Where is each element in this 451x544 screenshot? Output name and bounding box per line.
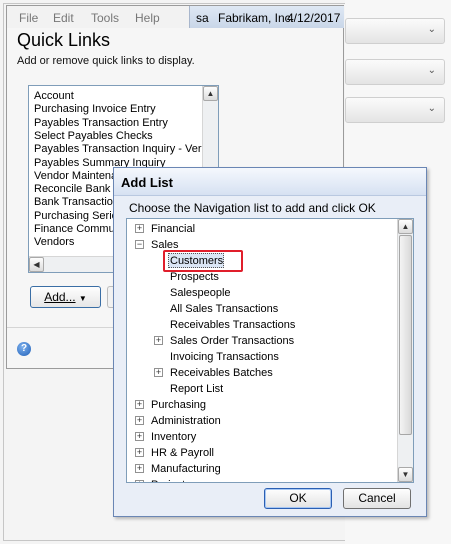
list-item[interactable]: Account xyxy=(34,90,74,102)
expand-icon[interactable]: + xyxy=(154,336,163,345)
scroll-up-icon[interactable]: ▲ xyxy=(398,219,413,234)
dropdown-arrow-icon: ▼ xyxy=(78,294,87,303)
scroll-up-icon[interactable]: ▲ xyxy=(203,86,218,101)
scroll-left-icon[interactable]: ◀ xyxy=(29,257,44,272)
tree-scrollbar[interactable]: ▲ ▼ xyxy=(397,219,413,482)
menu-tools[interactable]: Tools xyxy=(91,11,119,25)
tree-item[interactable]: + Manufacturing xyxy=(127,461,397,477)
navigation-tree[interactable]: + Financial − Sales Customers Prospects Salesp… xyxy=(126,218,414,483)
list-item[interactable]: Purchasing Invoice Entry xyxy=(34,103,156,115)
chevron-down-icon[interactable]: ⌄ xyxy=(428,103,436,114)
tree-item[interactable]: + Purchasing xyxy=(127,397,397,413)
ok-button[interactable]: OK xyxy=(264,488,332,509)
dialog-title: Add List xyxy=(121,175,173,190)
tree-item[interactable]: Receivables Transactions xyxy=(127,317,397,333)
list-item[interactable]: Finance Commun xyxy=(34,223,121,235)
tree-item[interactable]: + HR & Payroll xyxy=(127,445,397,461)
menu-file[interactable]: File xyxy=(19,11,38,25)
ok-button-label: OK xyxy=(289,491,307,505)
expand-icon[interactable]: + xyxy=(154,368,163,377)
list-item[interactable]: Payables Transaction Inquiry - Ver xyxy=(34,143,202,155)
expand-icon[interactable]: + xyxy=(135,416,144,425)
list-item[interactable]: Purchasing Series xyxy=(34,210,123,222)
tree-item-label: Project xyxy=(151,477,185,482)
collapse-icon[interactable]: − xyxy=(135,240,144,249)
list-item[interactable]: Vendor Maintena xyxy=(34,170,117,182)
tree-item-label: Administration xyxy=(151,415,221,427)
chevron-down-icon[interactable]: ⌄ xyxy=(428,65,436,76)
scroll-thumb[interactable] xyxy=(399,235,412,435)
list-item[interactable]: Vendors xyxy=(34,236,74,248)
dialog-title-bar: Add List xyxy=(114,168,426,196)
tree-item[interactable]: + Inventory xyxy=(127,429,397,445)
menu-help[interactable]: Help xyxy=(135,11,160,25)
help-icon[interactable]: ? xyxy=(17,342,31,356)
list-item[interactable]: Select Payables Checks xyxy=(34,130,153,142)
add-button[interactable]: Add... ▼ xyxy=(30,286,101,308)
tree-item-label: Report List xyxy=(170,383,224,395)
tree-item[interactable]: + Administration xyxy=(127,413,397,429)
add-list-dialog: Add List Choose the Navigation list to a… xyxy=(113,167,427,517)
collapsed-panel-2[interactable]: ⌄ xyxy=(345,59,445,85)
scroll-down-icon[interactable]: ▼ xyxy=(398,467,413,482)
tree-item[interactable]: + Receivables Batches xyxy=(127,365,397,381)
user-date: 4/12/2017 xyxy=(287,11,341,25)
list-item[interactable]: Bank Transaction xyxy=(34,196,119,208)
tree-item-label: Sales Order Transactions xyxy=(170,335,295,347)
tree-item-label: All Sales Transactions xyxy=(170,303,279,315)
tree-item[interactable]: + Sales Order Transactions xyxy=(127,333,397,349)
callout-highlight-box xyxy=(163,250,243,272)
page-subtitle: Add or remove quick links to display. xyxy=(17,55,195,67)
tree-item[interactable]: Invoicing Transactions xyxy=(127,349,397,365)
expand-icon[interactable]: + xyxy=(135,448,144,457)
expand-icon[interactable]: + xyxy=(135,480,144,482)
tree-item-label: Inventory xyxy=(151,431,197,443)
list-item[interactable]: Payables Transaction Entry xyxy=(34,117,168,129)
list-item[interactable]: Reconcile Bank S xyxy=(34,183,121,195)
cancel-button-label: Cancel xyxy=(358,491,396,505)
menu-bar: File Edit Tools Help sa Fabrikam, Inc. 4… xyxy=(7,6,344,28)
tree-item-label: HR & Payroll xyxy=(151,447,214,459)
tree-item-label: Salespeople xyxy=(170,287,231,299)
tree-item[interactable]: + Project xyxy=(127,477,397,482)
cancel-button[interactable]: Cancel xyxy=(343,488,411,509)
dialog-prompt: Choose the Navigation list to add and cl… xyxy=(129,201,376,215)
tree-item-label: Manufacturing xyxy=(151,463,221,475)
tree-item-label: Receivables Transactions xyxy=(170,319,296,331)
menu-edit[interactable]: Edit xyxy=(53,11,74,25)
expand-icon[interactable]: + xyxy=(135,400,144,409)
tree-item[interactable]: Salespeople xyxy=(127,285,397,301)
tree-item[interactable]: Report List xyxy=(127,381,397,397)
collapsed-panel-1[interactable]: ⌄ xyxy=(345,18,445,44)
collapsed-panel-3[interactable]: ⌄ xyxy=(345,97,445,123)
user-name: sa xyxy=(196,11,209,25)
tree-item-label: Receivables Batches xyxy=(170,367,273,379)
expand-icon[interactable]: + xyxy=(135,224,144,233)
expand-icon[interactable]: + xyxy=(135,432,144,441)
tree-item[interactable]: + Financial xyxy=(127,221,397,237)
tree-item-label: Financial xyxy=(151,223,196,235)
tree-item-label: Invoicing Transactions xyxy=(170,351,279,363)
company-name: Fabrikam, Inc. xyxy=(218,11,295,25)
user-company-bar: sa Fabrikam, Inc. 4/12/2017 xyxy=(189,6,344,28)
add-button-label: Add... xyxy=(44,290,76,304)
page-title: Quick Links xyxy=(17,30,111,50)
tree-item[interactable]: All Sales Transactions xyxy=(127,301,397,317)
tree-item-label: Purchasing xyxy=(151,399,207,411)
expand-icon[interactable]: + xyxy=(135,464,144,473)
chevron-down-icon[interactable]: ⌄ xyxy=(428,24,436,35)
